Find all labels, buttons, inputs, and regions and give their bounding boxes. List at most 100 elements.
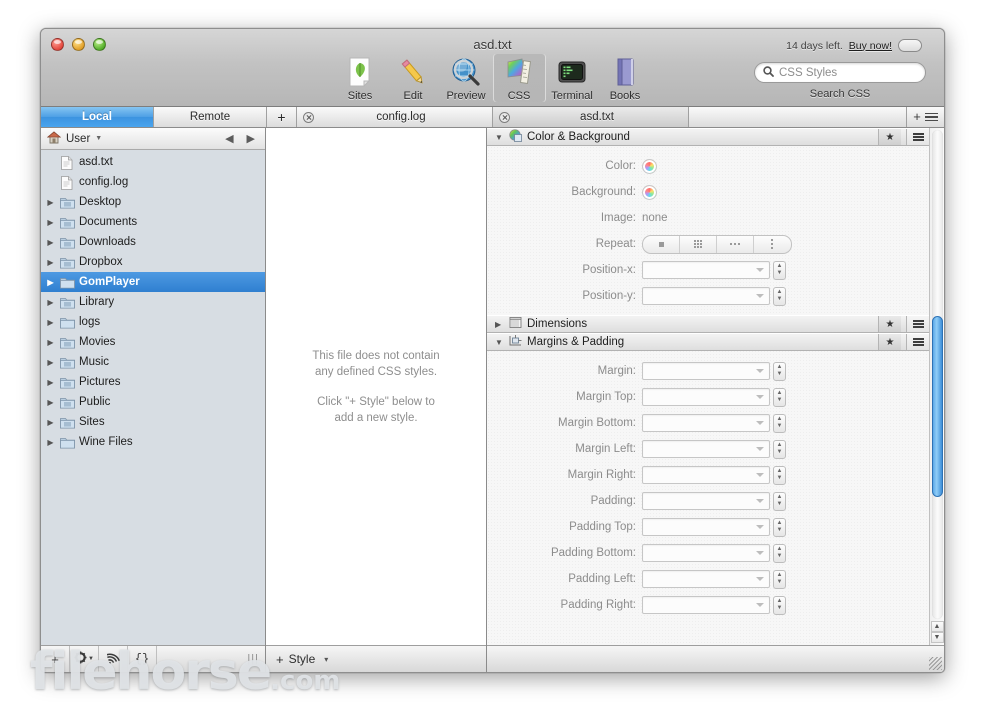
chevron-down-icon[interactable] [756, 395, 764, 399]
sidebar-item-dropbox[interactable]: ▶ Dropbox [41, 252, 265, 272]
chevron-down-icon[interactable] [756, 473, 764, 477]
chevron-down-icon[interactable] [756, 499, 764, 503]
combo-input-padding[interactable] [642, 492, 770, 510]
add-style-button[interactable]: Style [289, 652, 316, 666]
combo-input-padding-right[interactable] [642, 596, 770, 614]
combo-input-margin-right[interactable] [642, 466, 770, 484]
add-file-button[interactable]: + [41, 646, 70, 672]
sidebar-item-desktop[interactable]: ▶ Desktop [41, 192, 265, 212]
chevron-down-icon[interactable] [756, 369, 764, 373]
toolbar-item-sites[interactable]: Sites [334, 54, 387, 102]
chevron-down-icon[interactable] [756, 603, 764, 607]
chevron-down-icon[interactable] [756, 551, 764, 555]
stepper-position-y[interactable]: ▲ ▼ [773, 286, 786, 306]
chevron-down-icon[interactable] [756, 447, 764, 451]
stepper-padding-right[interactable]: ▲ ▼ [773, 595, 786, 615]
section-header-dimensions[interactable]: ▶ Dimensions ★ [487, 315, 929, 333]
section-header-color-background[interactable]: ▼ Color & Background ★ [487, 128, 929, 146]
disclosure-triangle-icon[interactable]: ▶ [45, 298, 56, 307]
combo-input-padding-bottom[interactable] [642, 544, 770, 562]
toolbar-item-preview[interactable]: Preview [440, 54, 493, 102]
color-well-background[interactable] [642, 184, 657, 200]
combo-input-position-x[interactable] [642, 261, 770, 279]
combo-input-margin-bottom[interactable] [642, 414, 770, 432]
tab-local[interactable]: Local [41, 107, 154, 127]
stepper-padding-top[interactable]: ▲ ▼ [773, 517, 786, 537]
stepper-padding-bottom[interactable]: ▲ ▼ [773, 543, 786, 563]
sidebar-item-movies[interactable]: ▶ Movies [41, 332, 265, 352]
resize-grip-icon[interactable]: ||| [247, 653, 259, 665]
section-header-margins-padding[interactable]: ▼ Margins & Padding ★ [487, 333, 929, 351]
combo-input-margin-top[interactable] [642, 388, 770, 406]
sidebar-item-config-log[interactable]: config.log [41, 172, 265, 192]
repeat-option-repeat-x[interactable] [717, 235, 754, 253]
window-resize-handle[interactable] [929, 657, 942, 670]
star-icon[interactable]: ★ [878, 316, 901, 332]
chevron-down-icon[interactable] [756, 268, 764, 272]
toolbar-item-edit[interactable]: Edit [387, 54, 440, 102]
repeat-segmented-control[interactable] [642, 234, 792, 254]
sidebar-item-sites[interactable]: ▶ Sites [41, 412, 265, 432]
plus-icon[interactable]: + [276, 652, 284, 667]
sidebar-item-library[interactable]: ▶ Library [41, 292, 265, 312]
toolbar-item-terminal[interactable]: Terminal [546, 54, 599, 102]
close-icon[interactable] [303, 111, 314, 123]
document-tab-config-log[interactable]: config.log [297, 107, 493, 127]
hamburger-icon[interactable] [906, 316, 929, 332]
stepper-margin-left[interactable]: ▲ ▼ [773, 439, 786, 459]
stepper-margin-top[interactable]: ▲ ▼ [773, 387, 786, 407]
back-arrow-icon[interactable]: ◀ [221, 132, 237, 145]
plus-icon[interactable]: + [913, 110, 921, 123]
disclosure-triangle-icon[interactable]: ▶ [45, 278, 56, 287]
toolbar-toggle-button[interactable] [898, 39, 922, 52]
disclosure-triangle-icon[interactable]: ▶ [45, 358, 56, 367]
chevron-down-icon[interactable] [756, 525, 764, 529]
inspector-scrollbar[interactable]: ▲ ▼ [929, 128, 944, 645]
new-tab-button[interactable]: + [267, 107, 297, 127]
forward-arrow-icon[interactable]: ▶ [243, 132, 259, 145]
color-well-color[interactable] [642, 158, 657, 174]
combo-input-position-y[interactable] [642, 287, 770, 305]
repeat-option-no-repeat[interactable] [643, 235, 680, 253]
disclosure-triangle-icon[interactable]: ▶ [45, 438, 56, 447]
chevron-down-icon[interactable]: ▾ [324, 655, 328, 664]
stepper-margin-right[interactable]: ▲ ▼ [773, 465, 786, 485]
sidebar-item-pictures[interactable]: ▶ Pictures [41, 372, 265, 392]
combo-input-padding-left[interactable] [642, 570, 770, 588]
sidebar-item-downloads[interactable]: ▶ Downloads [41, 232, 265, 252]
scrollbar-arrows[interactable]: ▲ ▼ [930, 621, 944, 643]
star-icon[interactable]: ★ [878, 129, 901, 145]
chevron-down-icon[interactable]: ▼ [95, 135, 102, 142]
disclosure-triangle-icon[interactable]: ▶ [45, 378, 56, 387]
chevron-down-icon[interactable] [756, 421, 764, 425]
disclosure-triangle-icon[interactable]: ▶ [45, 258, 56, 267]
hamburger-icon[interactable] [924, 111, 938, 124]
chevron-down-icon[interactable] [756, 577, 764, 581]
scroll-down-icon[interactable]: ▼ [930, 632, 944, 643]
stepper-margin-bottom[interactable]: ▲ ▼ [773, 413, 786, 433]
sidebar-item-documents[interactable]: ▶ Documents [41, 212, 265, 232]
stepper-margin[interactable]: ▲ ▼ [773, 361, 786, 381]
scrollbar-track[interactable] [931, 130, 943, 619]
sidebar-item-logs[interactable]: ▶ logs [41, 312, 265, 332]
scroll-up-icon[interactable]: ▲ [930, 621, 944, 632]
sidebar-file-list[interactable]: asd.txt config.log ▶ Desktop ▶ Documents ▶ … [41, 150, 265, 645]
disclosure-triangle-icon[interactable]: ▶ [45, 238, 56, 247]
disclosure-triangle-icon[interactable]: ▶ [495, 320, 504, 329]
hamburger-icon[interactable] [906, 129, 929, 145]
disclosure-triangle-icon[interactable]: ▶ [45, 198, 56, 207]
scrollbar-thumb[interactable] [931, 315, 943, 497]
stepper-padding[interactable]: ▲ ▼ [773, 491, 786, 511]
code-braces-button[interactable]: {} [128, 646, 157, 672]
combo-input-padding-top[interactable] [642, 518, 770, 536]
combo-input-margin[interactable] [642, 362, 770, 380]
sidebar-item-asd-txt[interactable]: asd.txt [41, 152, 265, 172]
repeat-option-repeat[interactable] [680, 235, 717, 253]
search-input[interactable]: CSS Styles [754, 62, 926, 83]
rss-feed-button[interactable] [99, 646, 128, 672]
sidebar-item-gomplayer[interactable]: ▶ GomPlayer [41, 272, 265, 292]
disclosure-triangle-icon[interactable]: ▶ [45, 418, 56, 427]
sidebar-item-public[interactable]: ▶ Public [41, 392, 265, 412]
disclosure-triangle-icon[interactable]: ▶ [45, 218, 56, 227]
disclosure-triangle-icon[interactable]: ▶ [45, 318, 56, 327]
